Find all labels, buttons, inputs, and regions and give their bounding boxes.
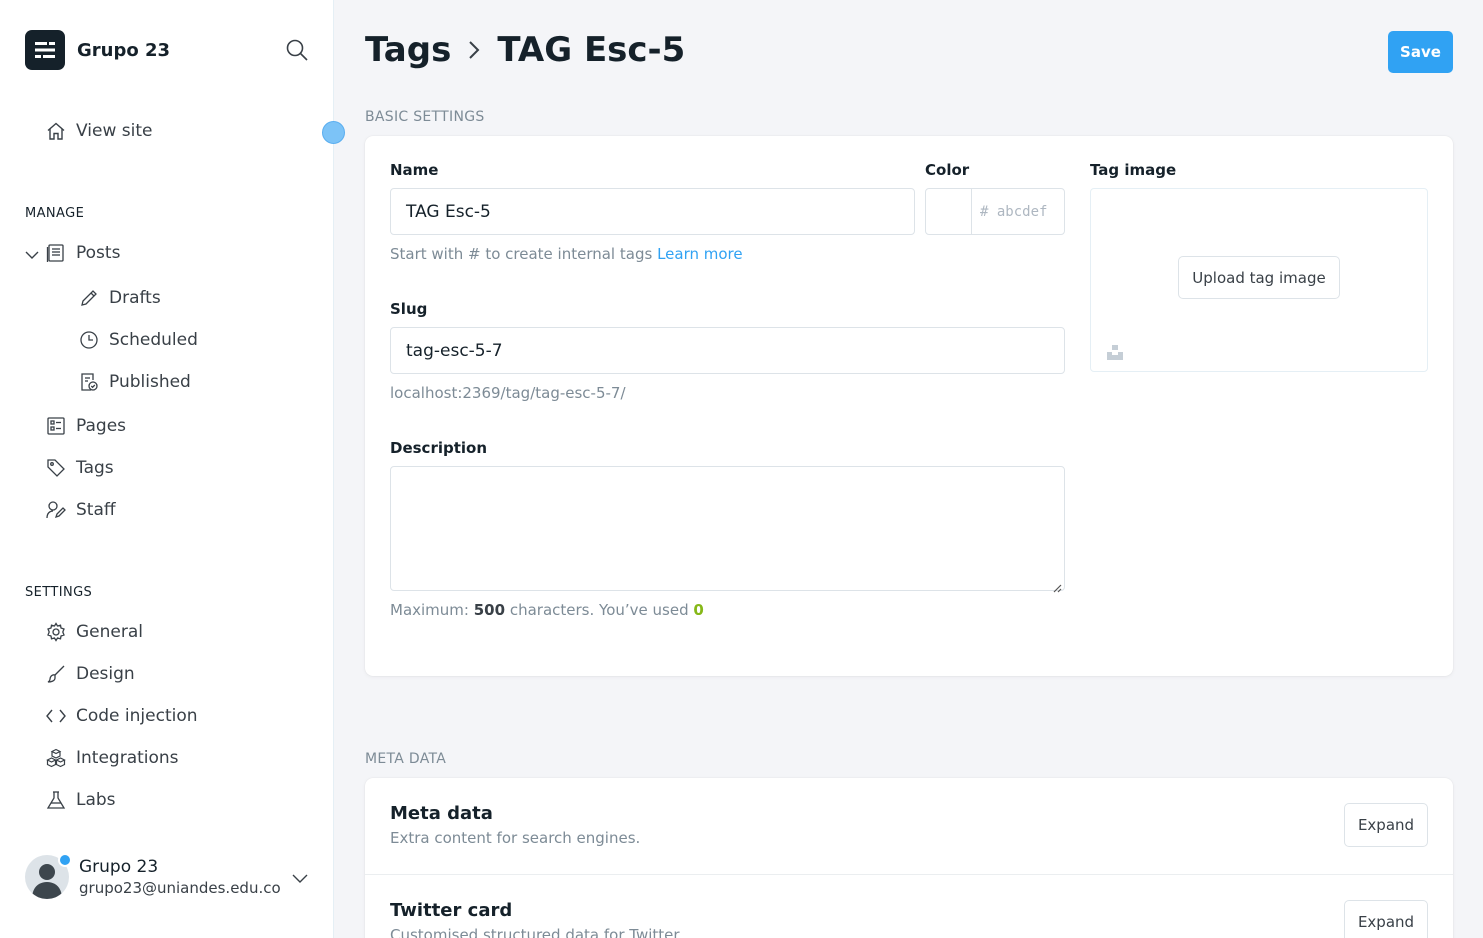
meta-data-desc: Extra content for search engines. [390,829,641,847]
brand-name: Grupo 23 [77,39,171,61]
pencil-icon [78,287,100,309]
upload-tag-image-button[interactable]: Upload tag image [1178,256,1340,299]
basic-settings-label: BASIC SETTINGS [365,109,485,125]
brand-logo-icon [25,30,65,70]
brand[interactable]: Grupo 23 [25,30,170,70]
desc-max-count: 500 [473,601,506,619]
twitter-card-title: Twitter card [390,900,513,921]
clock-icon [78,329,100,351]
learn-more-link[interactable]: Learn more [657,245,743,263]
sidebar-item-published[interactable]: Published [78,371,191,393]
sidebar-item-code-injection[interactable]: Code injection [45,705,198,727]
chevron-down-icon[interactable] [290,868,310,888]
sidebar-item-staff[interactable]: Staff [45,499,116,521]
published-icon [78,371,100,393]
page-title: TAG Esc-5 [497,30,686,70]
search-icon[interactable] [285,38,311,64]
staff-icon [45,499,67,521]
tag-image-label: Tag image [1090,161,1177,179]
sidebar-item-posts[interactable]: Posts [45,242,120,264]
color-hex-input[interactable]: # abcdef [972,189,1064,234]
desc-help-mid: characters. You’ve used [509,601,689,619]
sidebar-item-general[interactable]: General [45,621,143,643]
meta-data-expand-button[interactable]: Expand [1344,803,1428,847]
meta-data-card [365,778,1453,938]
user-email: grupo23@uniandes.edu.co [79,879,281,897]
sidebar-item-label: View site [76,121,153,141]
name-label: Name [390,161,439,179]
sidebar-item-pages[interactable]: Pages [45,415,126,437]
desc-help-prefix: Maximum: [390,601,469,619]
name-input[interactable]: TAG Esc-5 [390,188,915,235]
color-placeholder: # abcdef [980,203,1048,220]
name-help-label: Start with # to create internal tags [390,245,653,263]
name-help-text: Start with # to create internal tags Lea… [390,245,743,263]
sidebar-item-view-site[interactable]: View site [45,120,152,142]
divider [365,874,1453,875]
slug-input-value: tag-esc-5-7 [406,340,503,361]
sidebar-item-label: Labs [76,790,116,810]
sidebar-item-label: Posts [76,243,121,263]
user-name: Grupo 23 [79,857,159,877]
meta-data-section-label: META DATA [365,751,447,767]
description-textarea[interactable] [390,466,1065,593]
description-label: Description [390,439,488,457]
color-label: Color [925,161,970,179]
sidebar-item-labs[interactable]: Labs [45,789,116,811]
color-swatch[interactable] [926,189,972,234]
gear-icon [45,621,67,643]
resize-handle-icon[interactable] [1052,578,1062,593]
sidebar-item-label: Integrations [76,748,179,768]
slug-label: Slug [390,300,428,318]
sidebar-item-label: Design [76,664,135,684]
sidebar-item-label: Scheduled [109,330,198,350]
name-input-value: TAG Esc-5 [406,201,491,222]
slug-url-preview: localhost:2369/tag/tag-esc-5-7/ [390,384,626,402]
meta-data-title: Meta data [390,803,493,824]
brush-icon [45,663,67,685]
breadcrumb: Tags TAG Esc-5 [365,30,685,70]
notification-dot [58,853,72,867]
sidebar-item-drafts[interactable]: Drafts [78,287,161,309]
sidebar-item-label: Pages [76,416,127,436]
sidebar-item-scheduled[interactable]: Scheduled [78,329,198,351]
sidebar: Grupo 23 View site MANAGE Posts Drafts S… [0,0,345,938]
code-icon [45,705,67,727]
sidebar-item-label: Tags [76,458,114,478]
slug-input[interactable]: tag-esc-5-7 [390,327,1065,374]
twitter-card-expand-button[interactable]: Expand [1344,900,1428,938]
sidebar-item-integrations[interactable]: Integrations [45,747,179,769]
sidebar-item-label: Drafts [109,288,161,308]
manage-section-label: MANAGE [25,206,85,221]
sidebar-item-label: Published [109,372,191,392]
sidebar-item-tags[interactable]: Tags [45,457,114,479]
sidebar-toggle-handle[interactable] [322,121,345,144]
flask-icon [45,789,67,811]
color-field: # abcdef [925,188,1065,235]
chevron-down-icon[interactable] [24,247,40,263]
sidebar-item-label: Code injection [76,706,198,726]
desc-used-count: 0 [693,601,704,619]
tag-image-dropzone[interactable]: Upload tag image [1090,188,1428,372]
description-help-text: Maximum: 500 characters. You’ve used 0 [390,601,704,619]
home-icon [45,120,67,142]
tag-icon [45,457,67,479]
sidebar-item-design[interactable]: Design [45,663,135,685]
posts-icon [45,242,67,264]
unsplash-icon[interactable] [1106,343,1124,361]
sidebar-item-label: General [76,622,143,642]
save-button[interactable]: Save [1388,31,1453,73]
chevron-right-icon [465,39,483,61]
settings-section-label: SETTINGS [25,585,93,600]
twitter-card-desc: Customised structured data for Twitter [390,926,680,938]
breadcrumb-parent-link[interactable]: Tags [365,30,451,70]
pages-icon [45,415,67,437]
integrations-icon [45,747,67,769]
sidebar-item-label: Staff [76,500,116,520]
